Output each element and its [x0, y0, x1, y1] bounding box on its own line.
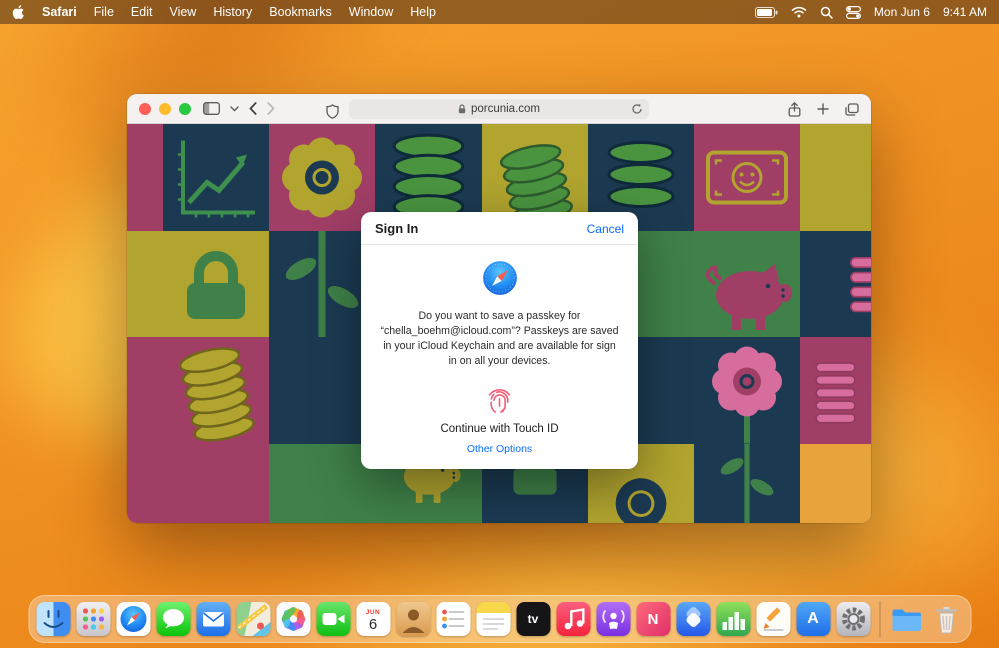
calendar-day-label: 6: [369, 617, 377, 632]
dock-icon-downloads[interactable]: [889, 602, 923, 636]
other-options-link[interactable]: Other Options: [361, 443, 638, 455]
window-controls: [139, 103, 191, 115]
url-text: porcunia.com: [471, 103, 540, 115]
dock-icon-safari[interactable]: [116, 602, 150, 636]
artwork-tile: [800, 124, 871, 231]
menubar-item-view[interactable]: View: [169, 5, 196, 19]
dock-icon-trash[interactable]: [929, 602, 963, 636]
cancel-button[interactable]: Cancel: [587, 222, 624, 236]
new-tab-button[interactable]: [817, 99, 829, 119]
dock-icon-mail[interactable]: [196, 602, 230, 636]
tv-logo-text: tv: [528, 612, 539, 626]
artwork-tile-coins: [163, 337, 269, 444]
menubar-item-window[interactable]: Window: [349, 5, 393, 19]
battery-icon[interactable]: [755, 7, 778, 18]
privacy-shield-icon[interactable]: [326, 101, 339, 121]
calendar-month-label: JUN: [366, 609, 381, 616]
dock: JUN 6 tv N: [28, 595, 971, 643]
dock-icon-system-settings[interactable]: [836, 602, 870, 636]
artwork-tile: [269, 337, 375, 444]
dock-icon-pages[interactable]: [756, 602, 790, 636]
artwork-tile: [127, 124, 163, 231]
artwork-tile: [800, 444, 871, 523]
menu-bar: Safari File Edit View History Bookmarks …: [0, 0, 999, 24]
menubar-date[interactable]: Mon Jun 6: [874, 5, 930, 19]
menubar-item-bookmarks[interactable]: Bookmarks: [269, 5, 332, 19]
close-window-button[interactable]: [139, 103, 151, 115]
dock-icon-notes[interactable]: [476, 602, 510, 636]
lock-icon: [458, 104, 466, 114]
forward-button[interactable]: [267, 99, 275, 119]
safari-compass-icon: [361, 260, 638, 296]
dock-icon-facetime[interactable]: [316, 602, 350, 636]
search-icon[interactable]: [820, 6, 833, 19]
artwork-tile: [127, 337, 163, 444]
dialog-title: Sign In: [375, 221, 418, 236]
dock-icon-reminders[interactable]: [436, 602, 470, 636]
artwork-tile-pig: [694, 231, 800, 337]
control-center-icon[interactable]: [846, 6, 861, 19]
menubar-item-file[interactable]: File: [94, 5, 114, 19]
artwork-tile: [127, 444, 163, 523]
wifi-icon[interactable]: [791, 6, 807, 18]
dock-icon-finder[interactable]: [36, 602, 70, 636]
dock-icon-contacts[interactable]: [396, 602, 430, 636]
news-logo-text: N: [648, 611, 659, 628]
desktop: Safari File Edit View History Bookmarks …: [0, 0, 999, 648]
artwork-tile-dollar: [694, 124, 800, 231]
artwork-tile-coins: [800, 231, 871, 337]
touch-id-icon: [361, 383, 638, 416]
dock-icon-photos[interactable]: [276, 602, 310, 636]
minimize-window-button[interactable]: [159, 103, 171, 115]
dialog-body-text: Do you want to save a passkey for “chell…: [379, 309, 620, 369]
back-button[interactable]: [249, 99, 257, 119]
dock-icon-maps[interactable]: [236, 602, 270, 636]
menubar-item-help[interactable]: Help: [410, 5, 436, 19]
artwork-tile: [163, 444, 269, 523]
dock-icon-podcasts[interactable]: [596, 602, 630, 636]
url-field[interactable]: porcunia.com: [349, 99, 649, 119]
reload-icon[interactable]: [631, 103, 643, 118]
tab-overview-button[interactable]: [845, 99, 859, 119]
artwork-tile-stem: [269, 231, 375, 337]
dock-icon-app-store[interactable]: A: [796, 602, 830, 636]
artwork-tile: [127, 231, 163, 337]
app-store-logo-text: A: [807, 610, 819, 628]
menubar-app-name[interactable]: Safari: [42, 5, 77, 19]
dock-icon-tv[interactable]: tv: [516, 602, 550, 636]
menubar-time[interactable]: 9:41 AM: [943, 5, 987, 19]
artwork-tile-stem: [694, 444, 800, 523]
dock-icon-numbers[interactable]: [716, 602, 750, 636]
dock-icon-shortcuts[interactable]: [676, 602, 710, 636]
dock-icon-music[interactable]: [556, 602, 590, 636]
dock-icon-calendar[interactable]: JUN 6: [356, 602, 390, 636]
continue-with-touch-id-label[interactable]: Continue with Touch ID: [361, 423, 638, 435]
dock-separator: [879, 601, 880, 637]
dock-icon-news[interactable]: N: [636, 602, 670, 636]
artwork-tile-coins: [800, 337, 871, 444]
chevron-down-icon[interactable]: [230, 99, 239, 119]
passkey-dialog: Sign In Cancel Do you want to save a pas…: [361, 212, 638, 469]
share-button[interactable]: [788, 99, 801, 119]
sidebar-toggle-button[interactable]: [203, 99, 220, 119]
artwork-tile-flower: [694, 337, 800, 444]
dock-icon-launchpad[interactable]: [76, 602, 110, 636]
menubar-item-edit[interactable]: Edit: [131, 5, 153, 19]
artwork-tile-lock: [163, 231, 269, 337]
artwork-tile-chart: [163, 124, 269, 231]
artwork-tile: [269, 444, 375, 523]
menubar-item-history[interactable]: History: [213, 5, 252, 19]
safari-toolbar: porcunia.com: [127, 94, 871, 124]
artwork-tile-flower: [269, 124, 375, 231]
apple-logo-icon[interactable]: [12, 5, 25, 20]
dock-icon-messages[interactable]: [156, 602, 190, 636]
zoom-window-button[interactable]: [179, 103, 191, 115]
